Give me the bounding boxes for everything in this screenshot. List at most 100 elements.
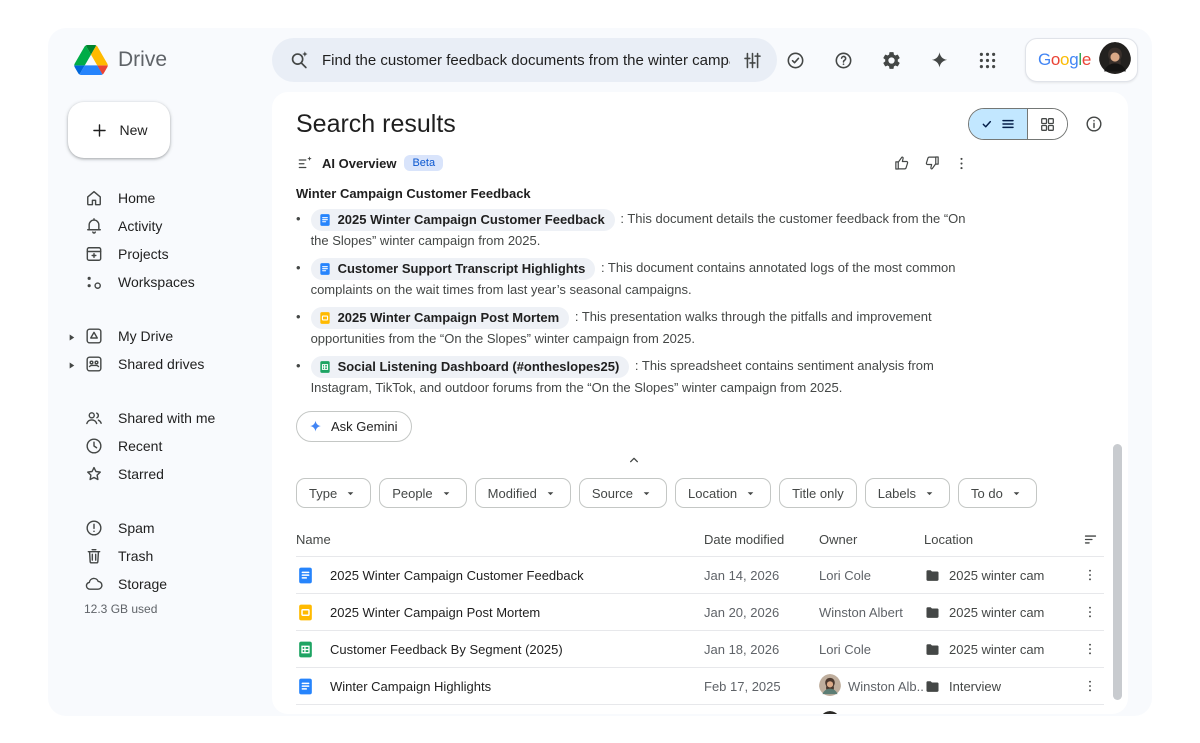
sidebar-item-workspaces[interactable]: Workspaces	[62, 268, 260, 296]
filter-chip-title-only[interactable]: Title only	[779, 478, 857, 508]
column-header-name[interactable]: Name	[296, 532, 331, 547]
sort-icon[interactable]	[1076, 531, 1104, 548]
caret-down-icon	[1009, 486, 1024, 501]
check-circle-icon[interactable]	[777, 41, 815, 79]
drive-brand[interactable]: Drive	[74, 45, 272, 75]
filter-label: Labels	[878, 486, 916, 501]
expand-arrow-icon[interactable]	[66, 330, 77, 341]
settings-icon[interactable]	[873, 41, 911, 79]
table-row[interactable]: 2025 Winter Campaign Post Mortem Jan 20,…	[296, 594, 1104, 631]
table-row[interactable]: 2025 Winter Campaign Customer Feedback J…	[296, 557, 1104, 594]
tune-icon[interactable]	[742, 50, 763, 71]
location-chip[interactable]: 2025 winter cam	[924, 641, 1076, 658]
apps-grid-icon[interactable]	[969, 41, 1007, 79]
owner: Lori Cole	[819, 568, 924, 583]
sidebar-item-shared-with-me[interactable]: Shared with me	[62, 404, 260, 432]
spam-icon	[84, 518, 104, 538]
location-chip[interactable]: 2025 winter cam	[924, 604, 1076, 621]
google-logo: Google	[1038, 50, 1091, 70]
sidebar-item-projects[interactable]: Projects	[62, 240, 260, 268]
ai-overview-heading: Winter Campaign Customer Feedback	[296, 186, 972, 201]
owner: me	[819, 711, 924, 715]
sheets-icon	[296, 640, 315, 659]
info-icon[interactable]	[1084, 114, 1104, 134]
bell-icon	[84, 216, 104, 236]
user-avatar[interactable]	[1099, 42, 1131, 79]
folder-icon	[924, 678, 941, 695]
caret-down-icon	[543, 486, 558, 501]
google-account-pill[interactable]: Google	[1025, 38, 1138, 82]
caret-down-icon	[922, 486, 937, 501]
column-header-date-modified[interactable]: Date modified	[704, 532, 819, 547]
docs-icon	[318, 262, 332, 276]
filter-chip-labels[interactable]: Labels	[865, 478, 950, 508]
sidebar-item-activity[interactable]: Activity	[62, 212, 260, 240]
table-row[interactable]: Q4 Strategic Planning Meeting Notes Feb …	[296, 705, 1104, 714]
list-view-button[interactable]	[969, 109, 1027, 139]
owner: Winston Albert	[819, 605, 924, 620]
grid-icon	[1039, 116, 1056, 133]
filter-chip-modified[interactable]: Modified	[475, 478, 571, 508]
sidebar-item-spam[interactable]: Spam	[62, 514, 260, 542]
gemini-icon[interactable]	[921, 41, 959, 79]
filter-chip-type[interactable]: Type	[296, 478, 371, 508]
folder-icon	[924, 604, 941, 621]
ai-overview-icon	[296, 154, 314, 172]
grid-view-button[interactable]	[1027, 109, 1067, 139]
date-modified: Jan 20, 2026	[704, 605, 819, 620]
filter-chip-location[interactable]: Location	[675, 478, 771, 508]
sidebar-item-recent[interactable]: Recent	[62, 432, 260, 460]
search-bar[interactable]	[272, 38, 777, 82]
date-modified: Jan 18, 2026	[704, 642, 819, 657]
table-row[interactable]: Customer Feedback By Segment (2025) Jan …	[296, 631, 1104, 668]
sidebar-item-label: Recent	[118, 438, 162, 454]
view-toggle	[968, 108, 1068, 140]
file-chip[interactable]: Social Listening Dashboard (#ontheslopes…	[311, 356, 630, 378]
table-header: Name Date modified Owner Location	[296, 522, 1104, 557]
ai-bullet: Customer Support Transcript Highlights :…	[296, 258, 972, 300]
expand-arrow-icon[interactable]	[66, 358, 77, 369]
sidebar-item-starred[interactable]: Starred	[62, 460, 260, 488]
table-row[interactable]: Winter Campaign Highlights Feb 17, 2025 …	[296, 668, 1104, 705]
ask-gemini-button[interactable]: Ask Gemini	[296, 411, 412, 442]
new-button[interactable]: New	[68, 102, 170, 158]
more-button[interactable]	[1076, 567, 1104, 583]
ai-bullet: Social Listening Dashboard (#ontheslopes…	[296, 356, 972, 398]
thumbs-down-icon[interactable]	[921, 152, 943, 174]
collapse-ai-overview-button[interactable]	[296, 442, 972, 476]
location-name: 2025 winter cam	[949, 605, 1044, 620]
more-button[interactable]	[1076, 678, 1104, 694]
help-icon[interactable]	[825, 41, 863, 79]
ai-bullet: 2025 Winter Campaign Customer Feedback :…	[296, 209, 972, 251]
more-button[interactable]	[1076, 604, 1104, 620]
sidebar-item-storage[interactable]: Storage	[62, 570, 260, 598]
location-chip[interactable]: Interview	[924, 678, 1076, 695]
sidebar-item-home[interactable]: Home	[62, 184, 260, 212]
sidebar-item-trash[interactable]: Trash	[62, 542, 260, 570]
more-button[interactable]	[1076, 641, 1104, 657]
sidebar-item-label: Starred	[118, 466, 164, 482]
filter-chip-to-do[interactable]: To do	[958, 478, 1037, 508]
caret-down-icon	[743, 486, 758, 501]
thumbs-up-icon[interactable]	[891, 152, 913, 174]
scrollbar-thumb[interactable]	[1113, 444, 1122, 700]
owner-avatar	[819, 711, 841, 715]
file-chip[interactable]: Customer Support Transcript Highlights	[311, 258, 596, 280]
file-chip[interactable]: 2025 Winter Campaign Customer Feedback	[311, 209, 615, 231]
location-chip[interactable]: 2025 winter cam	[924, 567, 1076, 584]
search-input[interactable]	[322, 52, 730, 69]
ai-overview-more-icon[interactable]	[951, 153, 972, 174]
sidebar-item-shared-drives[interactable]: Shared drives	[62, 350, 260, 378]
column-header-owner[interactable]: Owner	[819, 532, 924, 547]
folder-icon	[924, 567, 941, 584]
file-chip[interactable]: 2025 Winter Campaign Post Mortem	[311, 307, 570, 329]
file-table: Name Date modified Owner Location 2025 W…	[296, 522, 1104, 714]
filter-chip-source[interactable]: Source	[579, 478, 667, 508]
sidebar-item-label: Trash	[118, 548, 153, 564]
docs-icon	[296, 566, 315, 585]
filter-chip-people[interactable]: People	[379, 478, 466, 508]
sidebar-item-my-drive[interactable]: My Drive	[62, 322, 260, 350]
column-header-location[interactable]: Location	[924, 532, 1076, 547]
sheets-icon	[318, 360, 332, 374]
docs-icon	[318, 213, 332, 227]
